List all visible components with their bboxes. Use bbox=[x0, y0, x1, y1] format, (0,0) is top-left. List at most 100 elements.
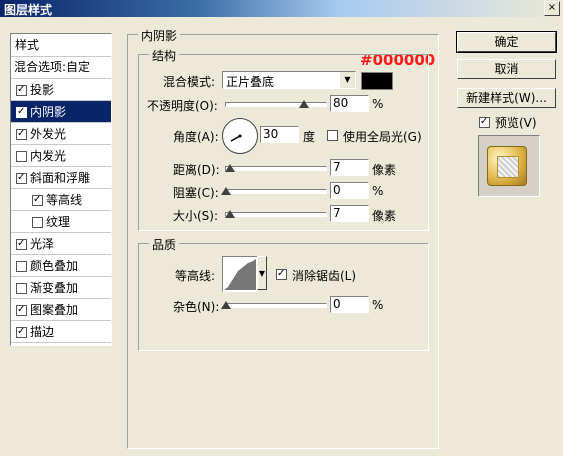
style-list-item-label: 斜面和浮雕 bbox=[30, 171, 91, 185]
style-list-item[interactable]: 外发光 bbox=[11, 123, 111, 145]
anti-alias-checkbox[interactable] bbox=[276, 267, 290, 281]
style-list-header[interactable]: 样式 bbox=[11, 34, 111, 57]
panel-title: 内阴影 bbox=[138, 27, 181, 44]
ok-button[interactable]: 确定 bbox=[456, 31, 557, 53]
distance-input[interactable]: 7 bbox=[330, 159, 369, 176]
shadow-color-swatch[interactable] bbox=[361, 72, 393, 90]
style-list-item-label: 投影 bbox=[30, 83, 55, 97]
style-list-item[interactable]: 描边 bbox=[11, 321, 111, 343]
noise-slider[interactable] bbox=[225, 303, 327, 308]
angle-dial[interactable] bbox=[222, 118, 258, 154]
style-list-item-label: 内发光 bbox=[30, 149, 67, 163]
style-list-item-label: 内阴影 bbox=[30, 105, 67, 119]
checkbox-icon[interactable] bbox=[16, 239, 27, 250]
style-list: 样式 混合选项:自定 投影内阴影外发光内发光斜面和浮雕等高线纹理光泽颜色叠加渐变… bbox=[10, 33, 112, 346]
contour-preview[interactable] bbox=[222, 256, 258, 292]
checkbox-icon[interactable] bbox=[32, 195, 43, 206]
style-list-item[interactable]: 光泽 bbox=[11, 233, 111, 255]
choke-label: 阻塞(C): bbox=[173, 186, 219, 200]
contour-curve-icon bbox=[224, 259, 256, 290]
angle-input[interactable]: 30 bbox=[260, 126, 299, 143]
checkbox-icon bbox=[327, 130, 338, 141]
checkbox-icon[interactable] bbox=[16, 151, 27, 162]
anti-alias-label: 消除锯齿(L) bbox=[292, 269, 357, 283]
style-list-item[interactable]: 图案叠加 bbox=[11, 299, 111, 321]
size-slider[interactable] bbox=[225, 212, 327, 217]
contour-label: 等高线: bbox=[175, 269, 216, 283]
blend-mode-label: 混合模式: bbox=[163, 75, 216, 89]
structure-title: 结构 bbox=[149, 47, 180, 64]
angle-unit: 度 bbox=[303, 130, 316, 144]
style-preview bbox=[478, 135, 540, 197]
distance-unit: 像素 bbox=[372, 163, 397, 177]
global-light-label: 使用全局光(G) bbox=[343, 130, 422, 144]
checkbox-icon[interactable] bbox=[16, 305, 27, 316]
inner-shadow-panel: 内阴影 结构 混合模式: 正片叠底 ▼ 不透明度(O): 80 % 角度(A):… bbox=[127, 27, 439, 449]
opacity-slider-thumb[interactable] bbox=[299, 100, 309, 108]
chevron-down-icon: ▼ bbox=[339, 72, 355, 88]
opacity-slider[interactable] bbox=[225, 102, 327, 107]
style-list-item[interactable]: 颜色叠加 bbox=[11, 255, 111, 277]
noise-slider-thumb[interactable] bbox=[221, 301, 231, 309]
style-list-item-label: 描边 bbox=[30, 325, 55, 339]
preview-thumbnail bbox=[487, 146, 527, 186]
size-label: 大小(S): bbox=[173, 209, 219, 223]
blend-options-item[interactable]: 混合选项:自定 bbox=[11, 57, 111, 79]
checkbox-icon bbox=[276, 269, 287, 280]
choke-slider[interactable] bbox=[225, 189, 327, 194]
noise-label: 杂色(N): bbox=[173, 300, 220, 314]
checkbox-icon bbox=[479, 117, 490, 128]
style-list-item-label: 图案叠加 bbox=[30, 303, 79, 317]
preview-label: 预览(V) bbox=[495, 116, 537, 130]
close-button[interactable]: × bbox=[544, 1, 560, 16]
quality-group: 品质 等高线: ▼ 消除锯齿(L) 杂色(N): 0 % bbox=[138, 236, 429, 351]
blend-mode-select[interactable]: 正片叠底 ▼ bbox=[222, 71, 356, 89]
contour-dropdown[interactable]: ▼ bbox=[257, 256, 267, 290]
preview-checkbox[interactable] bbox=[479, 115, 493, 129]
checkbox-icon[interactable] bbox=[16, 283, 27, 294]
checkbox-icon[interactable] bbox=[16, 129, 27, 140]
opacity-unit: % bbox=[372, 97, 384, 111]
choke-unit: % bbox=[372, 184, 384, 198]
style-list-item-label: 光泽 bbox=[30, 237, 55, 251]
window-title: 图层样式 bbox=[4, 3, 53, 17]
size-slider-thumb[interactable] bbox=[225, 210, 235, 218]
style-list-item[interactable]: 投影 bbox=[11, 79, 111, 101]
style-list-item[interactable]: 斜面和浮雕 bbox=[11, 167, 111, 189]
style-list-item-label: 渐变叠加 bbox=[30, 281, 79, 295]
blend-mode-value: 正片叠底 bbox=[226, 75, 275, 89]
new-style-button[interactable]: 新建样式(W)... bbox=[457, 88, 556, 108]
distance-slider-thumb[interactable] bbox=[225, 164, 235, 172]
checkbox-icon[interactable] bbox=[16, 327, 27, 338]
distance-slider[interactable] bbox=[225, 166, 327, 171]
checkbox-icon[interactable] bbox=[16, 261, 27, 272]
title-bar: 图层样式 × bbox=[0, 0, 563, 17]
opacity-label: 不透明度(O): bbox=[147, 99, 218, 113]
checkbox-icon[interactable] bbox=[32, 217, 43, 228]
style-list-item[interactable]: 等高线 bbox=[11, 189, 111, 211]
style-list-item[interactable]: 内发光 bbox=[11, 145, 111, 167]
checkbox-icon[interactable] bbox=[16, 107, 27, 118]
choke-slider-thumb[interactable] bbox=[221, 187, 231, 195]
distance-label: 距离(D): bbox=[173, 163, 220, 177]
style-list-item-label: 颜色叠加 bbox=[30, 259, 79, 273]
global-light-checkbox[interactable] bbox=[327, 128, 341, 142]
noise-input[interactable]: 0 bbox=[330, 296, 369, 313]
checkbox-icon[interactable] bbox=[16, 173, 27, 184]
size-unit: 像素 bbox=[372, 209, 397, 223]
opacity-input[interactable]: 80 bbox=[330, 95, 369, 112]
noise-unit: % bbox=[372, 298, 384, 312]
style-list-item-label: 纹理 bbox=[46, 215, 71, 229]
size-input[interactable]: 7 bbox=[330, 205, 369, 222]
cancel-button[interactable]: 取消 bbox=[457, 59, 556, 79]
chevron-down-icon: ▼ bbox=[258, 269, 266, 278]
choke-input[interactable]: 0 bbox=[330, 182, 369, 199]
angle-label: 角度(A): bbox=[173, 130, 219, 144]
style-list-item[interactable]: 渐变叠加 bbox=[11, 277, 111, 299]
structure-group: 结构 混合模式: 正片叠底 ▼ 不透明度(O): 80 % 角度(A): 30 … bbox=[138, 47, 429, 231]
style-list-item[interactable]: 纹理 bbox=[11, 211, 111, 233]
angle-needle-icon bbox=[230, 134, 242, 142]
style-list-item[interactable]: 内阴影 bbox=[11, 101, 111, 123]
style-list-item-label: 外发光 bbox=[30, 127, 67, 141]
checkbox-icon[interactable] bbox=[16, 85, 27, 96]
